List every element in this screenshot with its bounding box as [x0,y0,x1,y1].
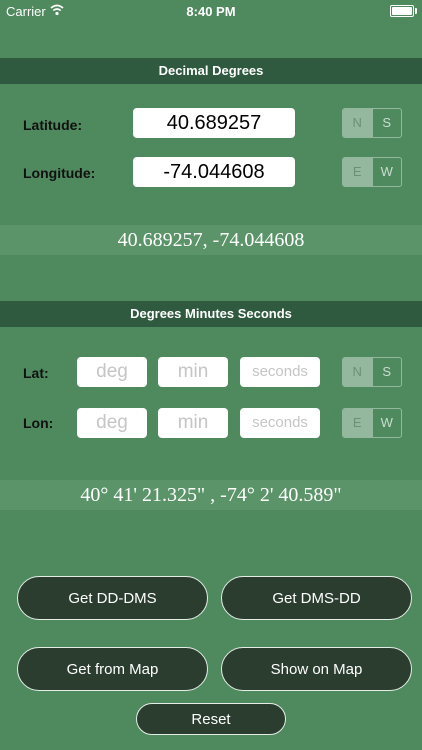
longitude-input[interactable]: -74.044608 [133,157,295,187]
longitude-ew-segment[interactable]: E W [342,157,402,187]
status-bar: Carrier 8:40 PM [0,0,422,22]
clock: 8:40 PM [186,4,236,19]
segment-west[interactable]: W [371,409,402,437]
lat-seconds-input[interactable]: seconds [240,357,320,387]
segment-south[interactable]: S [371,358,402,386]
segment-east[interactable]: E [343,409,372,437]
decimal-degrees-header: Decimal Degrees [0,58,422,84]
longitude-label: Longitude: [23,165,96,181]
latitude-ns-segment[interactable]: N S [342,108,402,138]
show-on-map-button[interactable]: Show on Map [221,647,412,691]
segment-north[interactable]: N [343,358,372,386]
latitude-label: Latitude: [23,117,83,133]
segment-west[interactable]: W [371,158,402,186]
decimal-degrees-result: 40.689257, -74.044608 [0,225,422,255]
lon-ew-segment[interactable]: E W [342,408,402,438]
lon-label: Lon: [23,415,54,431]
segment-east[interactable]: E [343,158,372,186]
lat-deg-input[interactable]: deg [77,357,147,387]
lon-deg-input[interactable]: deg [77,408,147,438]
dms-result: 40° 41' 21.325" , -74° 2' 40.589" [0,480,422,510]
get-dms-dd-button[interactable]: Get DMS-DD [221,576,412,620]
segment-north[interactable]: N [343,109,372,137]
lon-min-input[interactable]: min [158,408,228,438]
battery-icon [390,5,417,17]
get-from-map-button[interactable]: Get from Map [17,647,208,691]
lon-seconds-input[interactable]: seconds [240,408,320,438]
segment-south[interactable]: S [371,109,402,137]
lat-ns-segment[interactable]: N S [342,357,402,387]
lat-min-input[interactable]: min [158,357,228,387]
latitude-input[interactable]: 40.689257 [133,108,295,138]
dms-header: Degrees Minutes Seconds [0,301,422,327]
reset-button[interactable]: Reset [136,703,286,735]
get-dd-dms-button[interactable]: Get DD-DMS [17,576,208,620]
lat-label: Lat: [23,365,49,381]
